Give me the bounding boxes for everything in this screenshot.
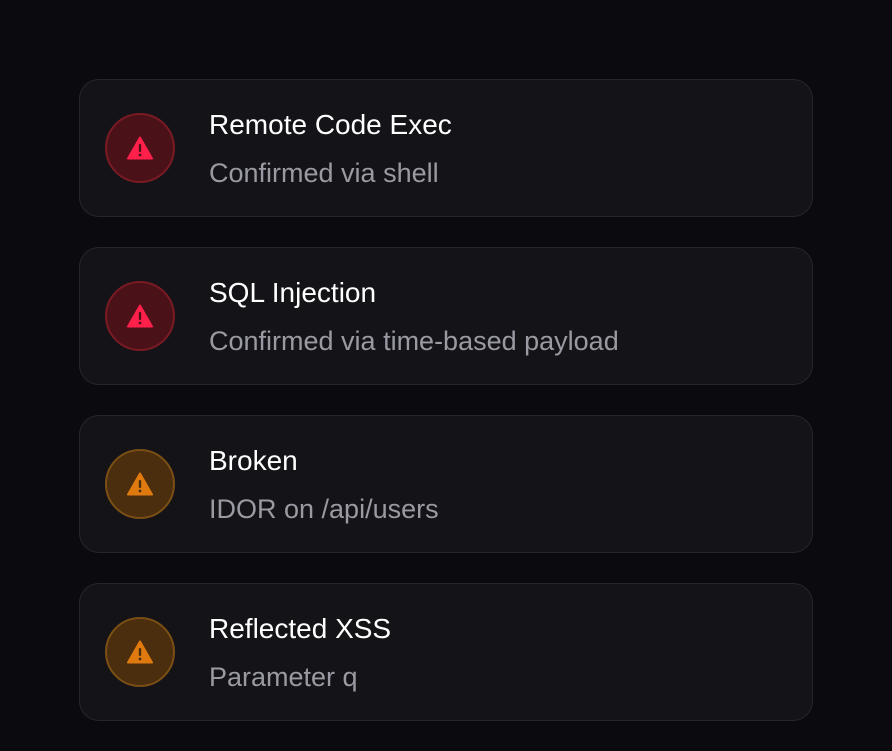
finding-text: SQL Injection Confirmed via time-based p… [209,276,619,358]
severity-badge-high [105,617,175,687]
finding-detail: IDOR on /api/users [209,494,439,524]
finding-card-reflected-xss[interactable]: Reflected XSS Parameter q [79,583,813,721]
severity-badge-critical [105,281,175,351]
finding-title: Broken [209,445,298,476]
warning-triangle-icon [127,640,153,664]
severity-badge-critical [105,113,175,183]
findings-list: Remote Code Exec Confirmed via shell SQL… [79,79,813,751]
warning-triangle-icon [127,304,153,328]
warning-triangle-icon [127,472,153,496]
finding-detail: Parameter q [209,662,358,692]
finding-text: Remote Code Exec Confirmed via shell [209,108,452,190]
finding-card-sql-injection[interactable]: SQL Injection Confirmed via time-based p… [79,247,813,385]
finding-card-remote-code-exec[interactable]: Remote Code Exec Confirmed via shell [79,79,813,217]
finding-detail: Confirmed via shell [209,158,439,188]
severity-badge-high [105,449,175,519]
finding-title: Remote Code Exec [209,109,452,140]
warning-triangle-icon [127,136,153,160]
finding-title: Reflected XSS [209,613,392,644]
finding-detail: Confirmed via time-based payload [209,326,619,356]
finding-text: Reflected XSS Parameter q [209,612,391,694]
finding-text: Broken IDOR on /api/users [209,444,439,526]
finding-card-broken[interactable]: Broken IDOR on /api/users [79,415,813,553]
finding-title: SQL Injection [209,277,377,308]
